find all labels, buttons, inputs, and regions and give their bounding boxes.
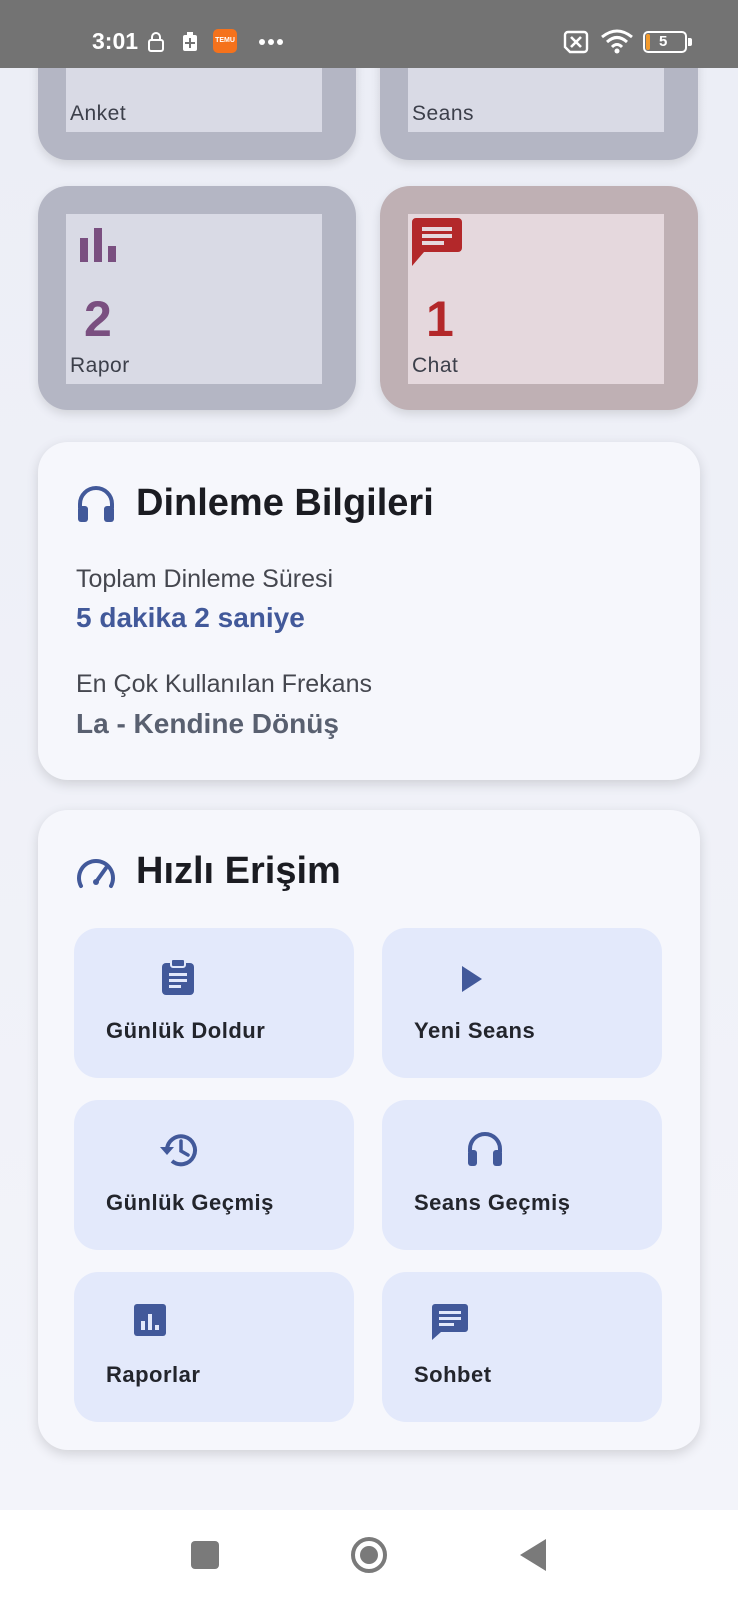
- home-button[interactable]: [350, 1536, 388, 1574]
- bar-chart-icon: [80, 228, 116, 262]
- listening-info-panel: Dinleme Bilgileri Toplam Dinleme Süresi …: [38, 442, 700, 780]
- recent-apps-button[interactable]: [190, 1540, 220, 1570]
- status-bar: 3:01 TEMU 5: [0, 0, 738, 68]
- clipboard-icon: [162, 958, 194, 995]
- play-icon: [462, 966, 482, 992]
- quick-access-label: Yeni Seans: [414, 1018, 536, 1043]
- quick-access-label: Sohbet: [414, 1362, 492, 1387]
- stat-label: Anket: [70, 102, 127, 125]
- quick-access-label: Günlük Doldur: [106, 1018, 266, 1043]
- stat-card-seans[interactable]: Seans: [380, 68, 698, 160]
- battery-level: 5: [659, 33, 668, 50]
- status-time: 3:01: [92, 28, 139, 54]
- quick-access-chat-button[interactable]: Sohbet: [382, 1272, 662, 1422]
- quick-access-daily-fill-button[interactable]: Günlük Doldur: [74, 928, 354, 1078]
- system-navigation-bar: [0, 1510, 738, 1600]
- stat-label: Seans: [412, 102, 475, 125]
- quick-access-panel: Hızlı Erişim Günlük Doldur Yeni Seans Gü…: [38, 810, 700, 1450]
- quick-access-daily-history-button[interactable]: Günlük Geçmiş: [74, 1100, 354, 1250]
- battery-icon: 5: [643, 31, 692, 53]
- quick-access-label: Günlük Geçmiş: [106, 1190, 274, 1215]
- back-button[interactable]: [518, 1538, 548, 1572]
- quick-access-new-session-button[interactable]: Yeni Seans: [382, 928, 662, 1078]
- quick-access-reports-button[interactable]: Raporlar: [74, 1272, 354, 1422]
- stat-card-chat[interactable]: 1 Chat: [380, 186, 698, 410]
- headphones-icon: [78, 486, 114, 522]
- total-listening-value: 5 dakika 2 saniye: [76, 602, 305, 633]
- top-frequency-label: En Çok Kullanılan Frekans: [76, 670, 372, 698]
- report-chart-icon: [134, 1304, 166, 1336]
- more-dots-icon: [259, 39, 283, 45]
- panel-title: Dinleme Bilgileri: [136, 482, 434, 524]
- lock-clock-icon: [148, 32, 164, 52]
- chat-icon: [412, 218, 462, 266]
- quick-access-label: Seans Geçmiş: [414, 1190, 571, 1215]
- no-sim-icon: [563, 30, 589, 54]
- temu-app-icon: TEMU: [213, 29, 237, 53]
- stat-label: Chat: [412, 354, 459, 377]
- total-listening-label: Toplam Dinleme Süresi: [76, 565, 334, 593]
- history-icon: [160, 1134, 197, 1167]
- stat-value: 1: [426, 291, 454, 347]
- stat-label: Rapor: [70, 354, 130, 377]
- dashboard-content[interactable]: Anket Seans 2 Rapor 1 Chat Dinleme Bilgi…: [0, 68, 738, 1510]
- top-frequency-value: La - Kendine Dönüş: [76, 708, 339, 739]
- quick-access-label: Raporlar: [106, 1362, 201, 1387]
- panel-title: Hızlı Erişim: [136, 850, 341, 892]
- stat-card-anket[interactable]: Anket: [38, 68, 356, 160]
- wifi-icon: [601, 29, 633, 54]
- speedometer-icon: [77, 859, 115, 888]
- quick-access-session-history-button[interactable]: Seans Geçmiş: [382, 1100, 662, 1250]
- message-icon: [432, 1304, 468, 1340]
- stat-card-rapor[interactable]: 2 Rapor: [38, 186, 356, 410]
- temu-logo-text: TEMU: [215, 37, 235, 44]
- stat-value: 2: [84, 291, 112, 347]
- battery-saver-icon: [183, 32, 197, 51]
- headphones-icon: [468, 1132, 502, 1166]
